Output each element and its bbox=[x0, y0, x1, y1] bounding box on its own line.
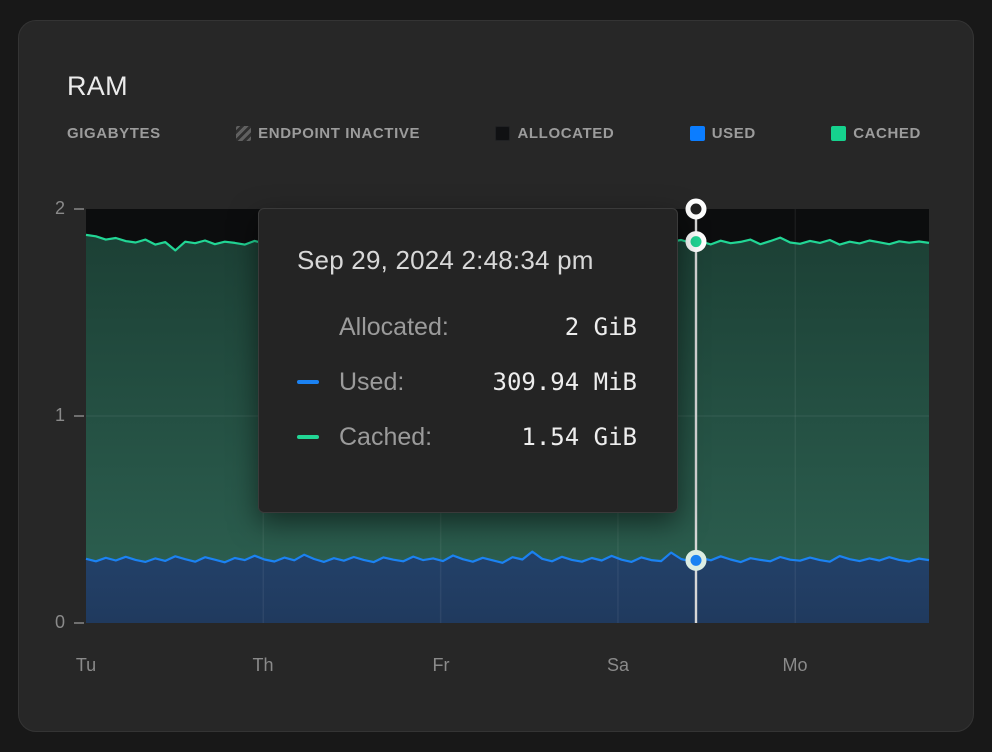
tooltip-value-used: 309.94 MiB bbox=[422, 368, 637, 396]
legend-label-allocated: ALLOCATED bbox=[517, 125, 614, 142]
legend-item-endpoint-inactive[interactable]: ENDPOINT INACTIVE bbox=[236, 125, 420, 142]
tooltip-label-cached: Cached: bbox=[339, 423, 432, 452]
ram-chart-card: RAM GIGABYTES ENDPOINT INACTIVE ALLOCATE… bbox=[18, 20, 974, 732]
tooltip-rows: Allocated: 2 GiB Used: 309.94 MiB Cached… bbox=[297, 310, 637, 454]
crosshair-marker-allocated bbox=[688, 201, 704, 217]
crosshair-marker-used bbox=[688, 552, 704, 568]
y-axis-unit-label: GIGABYTES bbox=[67, 125, 161, 142]
x-tick-label-mo: Mo bbox=[782, 655, 807, 676]
legend-label-cached: CACHED bbox=[853, 125, 921, 142]
tooltip-value-allocated: 2 GiB bbox=[467, 313, 637, 341]
crosshair-marker-cached bbox=[688, 234, 704, 250]
legend-item-used[interactable]: USED bbox=[690, 125, 756, 142]
x-tick-label-fr: Fr bbox=[433, 655, 450, 676]
x-tick-label-th: Th bbox=[252, 655, 273, 676]
y-tick-label-1: 1 bbox=[33, 405, 65, 426]
legend-label-endpoint-inactive: ENDPOINT INACTIVE bbox=[258, 125, 420, 142]
tooltip-label-allocated: Allocated: bbox=[339, 313, 449, 342]
chart-legend: GIGABYTES ENDPOINT INACTIVE ALLOCATED US… bbox=[67, 123, 921, 143]
endpoint-inactive-swatch-icon bbox=[236, 126, 251, 141]
cached-swatch-icon bbox=[831, 126, 846, 141]
allocated-swatch-icon bbox=[495, 126, 510, 141]
used-line-icon bbox=[297, 380, 319, 385]
used-swatch-icon bbox=[690, 126, 705, 141]
y-tick-label-0: 0 bbox=[33, 612, 65, 633]
tooltip-row-allocated: Allocated: 2 GiB bbox=[297, 310, 637, 344]
tooltip-row-used: Used: 309.94 MiB bbox=[297, 365, 637, 399]
tooltip-value-cached: 1.54 GiB bbox=[450, 423, 637, 451]
chart-tooltip: Sep 29, 2024 2:48:34 pm Allocated: 2 GiB… bbox=[258, 208, 678, 513]
legend-item-cached[interactable]: CACHED bbox=[831, 125, 921, 142]
y-tick-mark-0 bbox=[74, 622, 84, 624]
page-background: RAM GIGABYTES ENDPOINT INACTIVE ALLOCATE… bbox=[0, 0, 992, 752]
tooltip-label-used: Used: bbox=[339, 368, 404, 397]
y-tick-label-2: 2 bbox=[33, 198, 65, 219]
y-tick-mark-2 bbox=[74, 208, 84, 210]
x-tick-label-tu: Tu bbox=[76, 655, 96, 676]
tooltip-timestamp: Sep 29, 2024 2:48:34 pm bbox=[297, 245, 637, 276]
legend-label-used: USED bbox=[712, 125, 756, 142]
tooltip-row-cached: Cached: 1.54 GiB bbox=[297, 420, 637, 454]
cached-line-icon bbox=[297, 435, 319, 440]
legend-item-allocated[interactable]: ALLOCATED bbox=[495, 125, 614, 142]
y-tick-mark-1 bbox=[74, 415, 84, 417]
page-title: RAM bbox=[67, 71, 128, 102]
x-tick-label-sa: Sa bbox=[607, 655, 629, 676]
